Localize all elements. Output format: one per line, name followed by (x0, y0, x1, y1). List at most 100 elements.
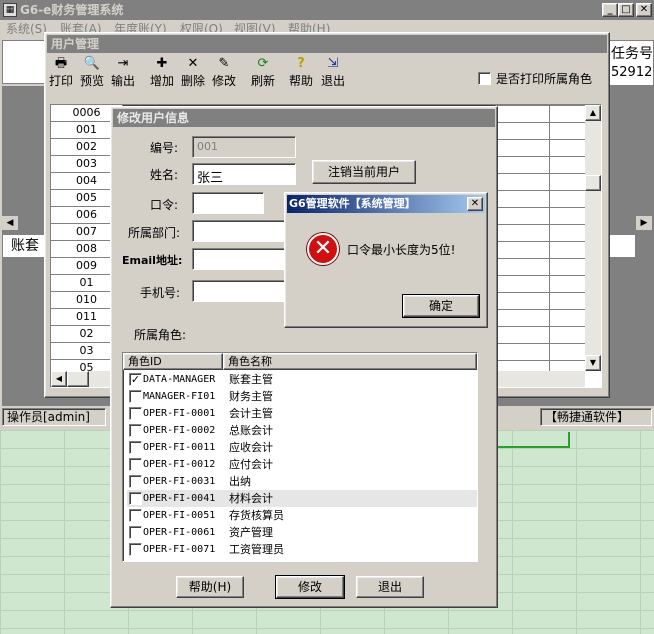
print-button[interactable]: 🖶 打印 (48, 56, 74, 90)
main-title: G6-e财务管理系统 (20, 3, 124, 17)
ok-button[interactable]: 确定 (402, 294, 480, 318)
modify-button[interactable]: 修改 (275, 575, 345, 599)
role-checkbox[interactable] (129, 543, 142, 556)
help-toolbar-button[interactable]: ? 帮助 (288, 56, 314, 90)
preview-icon: 🔍 (83, 56, 101, 71)
menu-system[interactable]: 系统(S) (6, 20, 47, 38)
edit-dialog-title-bar: 修改用户信息 (113, 109, 495, 127)
role-row[interactable]: OPER-FI-0001 会计主管 (127, 405, 477, 422)
password-field[interactable] (192, 192, 264, 214)
message-box-title: G6管理软件【系统管理】 (289, 197, 416, 210)
department-field[interactable] (192, 220, 292, 242)
role-name: 财务主管 (229, 390, 273, 403)
role-checkbox[interactable] (129, 407, 142, 420)
hscroll-thumb[interactable] (67, 371, 89, 387)
user-grid-vscroll[interactable]: ▲ ▼ (585, 105, 601, 371)
h-scroll-left[interactable]: ◀ (2, 216, 18, 230)
help-toolbar-label: 帮助 (288, 74, 313, 88)
email-field[interactable] (192, 248, 292, 270)
role-checkbox[interactable] (129, 441, 142, 454)
role-row[interactable]: OPER-FI-0051 存货核算员 (127, 507, 477, 524)
role-row[interactable]: ✓ DATA-MANAGER 账套主管 (127, 371, 477, 388)
role-row[interactable]: MANAGER-FI01 财务主管 (127, 388, 477, 405)
role-row[interactable]: OPER-FI-0061 资产管理 (127, 524, 477, 541)
add-button[interactable]: ✚ 增加 (149, 56, 175, 90)
name-value: 张三 (197, 171, 224, 186)
print-roles-label: 是否打印所属角色 (496, 72, 593, 86)
add-label: 增加 (149, 74, 174, 88)
role-name: 工资管理员 (229, 543, 284, 556)
right-white-strip (608, 234, 636, 258)
roles-header-id[interactable]: 角色ID (123, 353, 223, 370)
role-name: 账套主管 (229, 373, 273, 386)
logout-user-button[interactable]: 注销当前用户 (312, 160, 416, 184)
role-row[interactable]: OPER-FI-0002 总账会计 (127, 422, 477, 439)
preview-button[interactable]: 🔍 预览 (79, 56, 105, 90)
h-scroll-right[interactable]: ▶ (636, 216, 652, 230)
role-checkbox[interactable]: ✓ (129, 373, 142, 386)
role-id: OPER-FI-0031 (143, 476, 216, 487)
name-label: 姓名: (150, 168, 179, 182)
roles-header-name-label: 角色名称 (228, 355, 272, 368)
exit-button[interactable]: 退出 (356, 576, 424, 598)
role-id: OPER-FI-0071 (143, 544, 216, 555)
help-button[interactable]: 帮助(H) (176, 576, 244, 598)
edit-button[interactable]: ✎ 修改 (211, 56, 237, 90)
role-row[interactable]: OPER-FI-0011 应收会计 (127, 439, 477, 456)
role-row[interactable]: OPER-FI-0012 应付会计 (127, 456, 477, 473)
maximize-button[interactable]: □ (618, 3, 634, 17)
delete-icon: ✕ (187, 56, 199, 71)
minimize-button[interactable]: _ (602, 3, 618, 17)
status-brand: 【畅捷通软件】 (540, 408, 652, 426)
role-id: OPER-FI-0061 (143, 527, 216, 538)
delete-label: 删除 (180, 74, 205, 88)
role-id: OPER-FI-0012 (143, 459, 216, 470)
refresh-label: 刷新 (250, 74, 275, 88)
grid-right-area (495, 105, 585, 373)
refresh-button[interactable]: ⟳ 刷新 (250, 56, 276, 90)
print-label: 打印 (48, 74, 73, 88)
role-id: OPER-FI-0001 (143, 408, 216, 419)
role-checkbox[interactable] (129, 475, 142, 488)
user-window-title: 用户管理 (51, 37, 100, 51)
role-id: OPER-FI-0002 (143, 425, 216, 436)
roles-header-name[interactable]: 角色名称 (223, 353, 477, 370)
name-field[interactable]: 张三 (192, 163, 296, 186)
role-checkbox[interactable] (129, 509, 142, 522)
roles-list: 角色ID 角色名称 ✓ DATA-MANAGER 账套主管 MANAGER-FI01 财… (122, 352, 478, 562)
scroll-down-arrow[interactable]: ▼ (585, 355, 601, 371)
exit-toolbar-button[interactable]: ⇲ 退出 (320, 56, 346, 90)
help-icon: ? (297, 56, 305, 71)
roles-label: 所属角色: (134, 328, 187, 342)
export-button[interactable]: ⇥ 输出 (110, 56, 136, 90)
edit-dialog-title: 修改用户信息 (117, 111, 190, 125)
scroll-thumb[interactable] (585, 175, 601, 191)
phone-field[interactable] (192, 280, 292, 302)
account-tab[interactable]: 账套 (2, 234, 46, 258)
hscroll-left-arrow[interactable]: ◀ (51, 371, 67, 387)
role-row[interactable]: OPER-FI-0031 出纳 (127, 473, 477, 490)
role-id: DATA-MANAGER (143, 374, 216, 385)
role-row[interactable]: OPER-FI-0041 材料会计 (127, 490, 477, 507)
header-right-cell: 任务号 529121 (608, 40, 654, 86)
close-button[interactable]: ✕ (636, 3, 652, 17)
message-box-title-bar: G6管理软件【系统管理】 (287, 195, 485, 213)
print-roles-checkbox[interactable] (478, 72, 491, 85)
role-checkbox[interactable] (129, 526, 142, 539)
role-checkbox[interactable] (129, 424, 142, 437)
scroll-up-arrow[interactable]: ▲ (585, 105, 601, 121)
id-field: 001 (192, 136, 296, 158)
role-id: OPER-FI-0011 (143, 442, 216, 453)
message-box-close-button[interactable]: ✕ (467, 197, 483, 211)
role-checkbox[interactable] (129, 492, 142, 505)
role-checkbox[interactable] (129, 458, 142, 471)
error-icon: ✕ (307, 233, 339, 265)
main-title-bar: ▦ G6-e财务管理系统 _ □ ✕ (0, 0, 654, 20)
roles-header-id-label: 角色ID (128, 355, 162, 368)
exit-icon: ⇲ (327, 56, 339, 71)
delete-button[interactable]: ✕ 删除 (180, 56, 206, 90)
role-row[interactable]: OPER-FI-0071 工资管理员 (127, 541, 477, 558)
app-icon: ▦ (3, 3, 17, 17)
role-name: 存货核算员 (229, 509, 284, 522)
role-checkbox[interactable] (129, 390, 142, 403)
